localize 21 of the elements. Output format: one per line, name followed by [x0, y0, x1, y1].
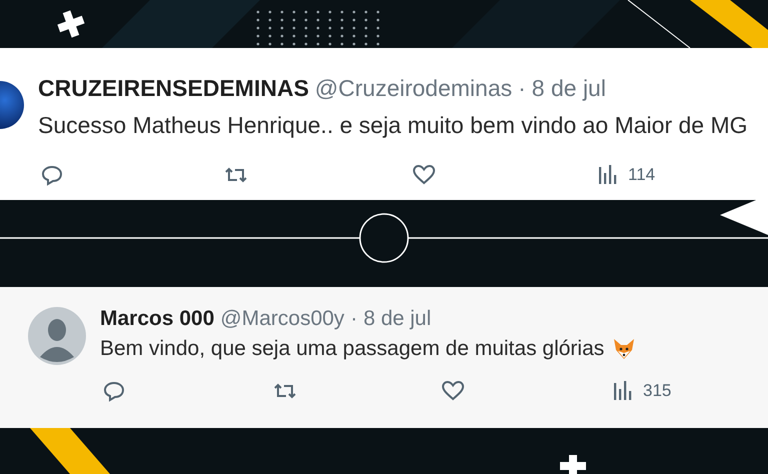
post-date[interactable]: 8 de jul [363, 307, 432, 331]
reply-icon[interactable] [40, 163, 64, 187]
separator-dot: · [518, 75, 526, 102]
views-number: 114 [628, 165, 656, 185]
author-name[interactable]: CRUZEIRENSEDEMINAS [38, 75, 309, 102]
views-count[interactable]: 114 [596, 163, 656, 187]
default-avatar-icon[interactable] [28, 307, 86, 365]
author-handle[interactable]: @Marcos00y [220, 307, 344, 331]
reply-icon[interactable] [102, 379, 126, 403]
views-number: 315 [643, 381, 672, 401]
post-date[interactable]: 8 de jul [532, 75, 606, 102]
heart-icon[interactable] [441, 379, 465, 403]
author-name[interactable]: Marcos 000 [100, 307, 214, 331]
plus-icon [57, 10, 85, 38]
post-text: Bem vindo, que seja uma passagem de muitas glórias [100, 337, 604, 361]
separator-dot: · [350, 307, 358, 331]
views-count[interactable]: 315 [611, 379, 672, 403]
post-text: Sucesso Matheus Henrique.. e seja muito bem vindo ao Maior de MG [38, 112, 748, 139]
heart-icon[interactable] [412, 163, 436, 187]
author-handle[interactable]: @Cruzeirodeminas [314, 75, 512, 102]
plus-icon [560, 455, 586, 474]
